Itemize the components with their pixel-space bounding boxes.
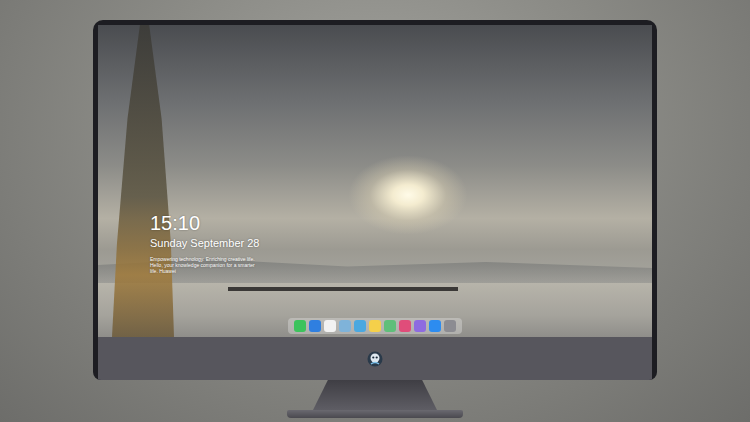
dock-app-icon[interactable] [399,320,411,332]
monitor-stand [313,380,437,410]
dock-app-icon[interactable] [309,320,321,332]
monitor-base [287,410,463,418]
clock-widget: 15:10Sunday September 28 Empowering techn… [150,211,270,274]
dock-app-icon[interactable] [294,320,306,332]
dock-app-icon[interactable] [444,320,456,332]
dock-app-icon[interactable] [414,320,426,332]
monitor-chin [98,337,652,380]
brand-logo-icon [367,351,383,367]
pier [228,287,458,291]
clock-caption: Empowering technology. Enriching creativ… [150,256,260,274]
dock-app-icon[interactable] [324,320,336,332]
clock-time: 15:10 [150,211,270,235]
clock-date: Sunday September 28 [150,236,270,250]
dock-app-icon[interactable] [384,320,396,332]
dock-app-icon[interactable] [429,320,441,332]
tree [112,25,174,337]
dock [288,318,462,334]
mockup-background: 15:10Sunday September 28 Empowering techn… [0,0,750,422]
dock-app-icon[interactable] [339,320,351,332]
monitor: 15:10Sunday September 28 Empowering techn… [93,20,657,380]
lock-screen: 15:10Sunday September 28 Empowering techn… [98,25,652,337]
dock-app-icon[interactable] [354,320,366,332]
sun [348,155,468,235]
dock-app-icon[interactable] [369,320,381,332]
